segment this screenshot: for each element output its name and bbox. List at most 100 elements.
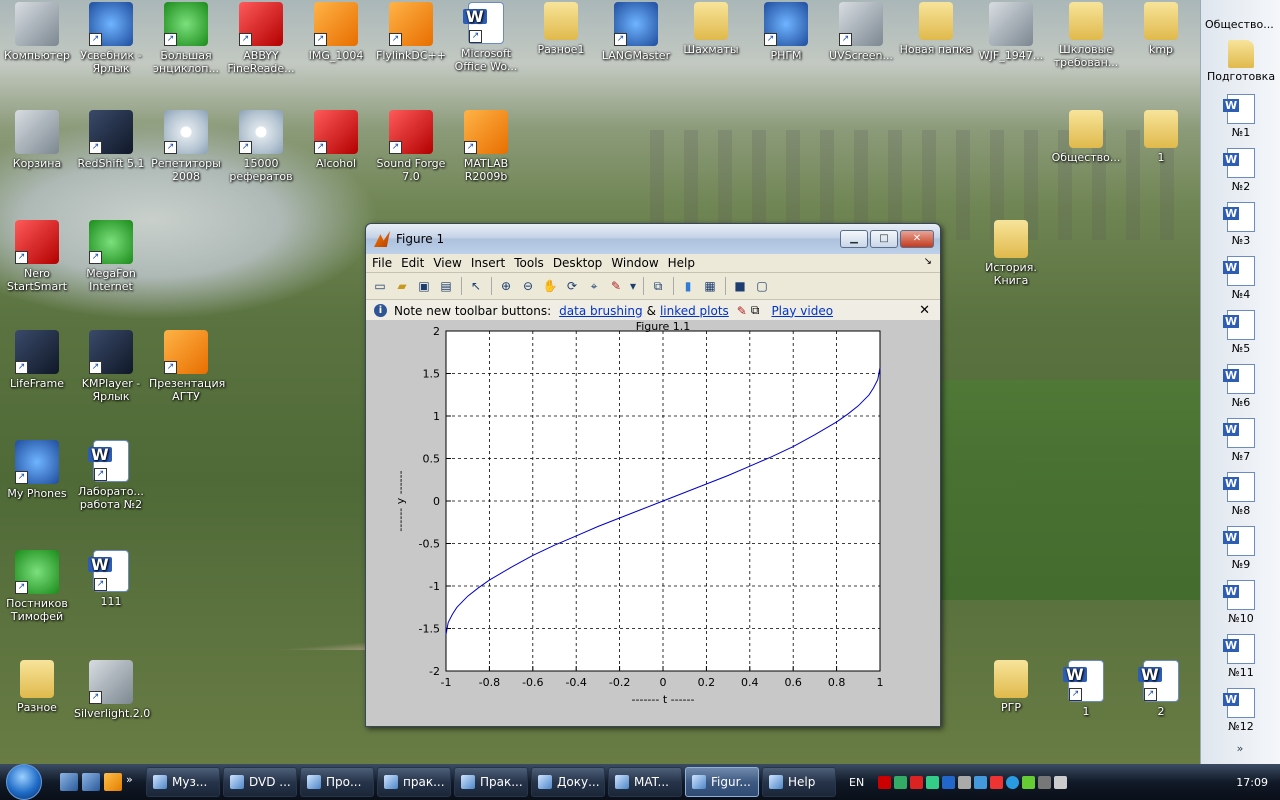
desktop-icon[interactable]: Разное [0, 660, 74, 714]
taskbar-button[interactable]: Доку... [531, 767, 605, 797]
desktop-icon[interactable]: ↗ IMG_1004 [299, 2, 373, 62]
shield-icon[interactable] [990, 775, 1004, 789]
taskbar-button[interactable]: Про... [300, 767, 374, 797]
data-cursor-icon[interactable]: ⌖ [585, 277, 603, 295]
desktop-icon[interactable]: ↗ Лаборато... работа №2 [74, 440, 148, 511]
colorbar-icon[interactable]: ▮ [679, 277, 697, 295]
save-icon[interactable]: ▣ [415, 277, 433, 295]
desktop-icon[interactable]: ↗ Nero StartSmart [0, 220, 74, 293]
desktop-icon[interactable]: Компьютер [0, 2, 74, 62]
desktop-icon[interactable]: ↗1 [1049, 660, 1123, 718]
usb-icon[interactable] [958, 775, 972, 789]
sidebar-doc-item[interactable]: №4 [1205, 256, 1277, 301]
plot-area[interactable]: Figure 1.1 -1 -0.8 -0.6 -0.4 -0.2 0 0.2 0.4 0.6 0.… [366, 320, 940, 726]
desktop-icon[interactable]: ↗ MATLAB R2009b [449, 110, 523, 183]
desktop-icon[interactable]: ↗ Постников Тимофей [0, 550, 74, 623]
desktop-icon[interactable]: ↗ My Phones [0, 440, 74, 500]
network-icon[interactable] [894, 775, 908, 789]
sidebar-doc-item[interactable]: №6 [1205, 364, 1277, 409]
update-icon[interactable] [974, 775, 988, 789]
desktop-icon[interactable]: ↗ ABBYY FineReade... [224, 2, 298, 75]
menu-view[interactable]: View [433, 256, 461, 270]
desktop-icon[interactable]: ↗ MegaFon Internet [74, 220, 148, 293]
desktop-icon[interactable]: ↗ UVScreen... [824, 2, 898, 62]
taskbar-button[interactable]: Муз... [146, 767, 220, 797]
sidebar-doc-item[interactable]: №5 [1205, 310, 1277, 355]
menu-window[interactable]: Window [611, 256, 658, 270]
desktop-icon[interactable]: ↗ FlylinkDC++ [374, 2, 448, 62]
clock[interactable]: 17:09 [1236, 776, 1268, 789]
play-video-link[interactable]: Play video [771, 304, 833, 318]
sidebar-doc-item[interactable]: №2 [1205, 148, 1277, 193]
linked-plots-link[interactable]: linked plots [660, 304, 729, 318]
language-indicator[interactable]: EN [849, 776, 864, 789]
desktop-icon[interactable]: WJF_1947... [974, 2, 1048, 62]
desktop-icon[interactable]: ↗ Microsoft Office Wo... [449, 2, 523, 73]
close-button[interactable]: ✕ [900, 230, 934, 248]
desktop-icon[interactable]: ↗ Усвебник - Ярлык [74, 2, 148, 75]
desktop-icon[interactable]: Шкловые требован... [1049, 2, 1123, 69]
sidebar-doc-item[interactable]: №3 [1205, 202, 1277, 247]
taskbar-button[interactable]: Figur... [685, 767, 759, 797]
bluetooth-icon[interactable] [942, 775, 956, 789]
menu-file[interactable]: File [372, 256, 392, 270]
hide-tools-icon[interactable]: ■ [731, 277, 749, 295]
desktop-icon[interactable]: Разное1 [524, 2, 598, 56]
sidebar-doc-item[interactable]: №1 [1205, 94, 1277, 139]
messenger-icon[interactable] [926, 775, 940, 789]
desktop-icon[interactable]: 1 [1124, 110, 1198, 164]
ati-icon[interactable] [878, 775, 892, 789]
taskbar-button[interactable]: Help [762, 767, 836, 797]
print-icon[interactable]: ▤ [437, 277, 455, 295]
sidebar-doc-item[interactable]: №12 [1205, 688, 1277, 733]
desktop-icon[interactable]: ↗2 [1124, 660, 1198, 718]
desktop-icon[interactable]: ↗ Презентация АГТУ [149, 330, 225, 403]
brush-dropdown-icon[interactable]: ▾ [629, 277, 637, 295]
taskbar-button[interactable]: прак... [377, 767, 451, 797]
open-icon[interactable]: ▰ [393, 277, 411, 295]
desktop-icon[interactable]: ↗ RedShift 5.1 [74, 110, 148, 170]
rotate-icon[interactable]: ⟳ [563, 277, 581, 295]
desktop-icon[interactable]: ↗ РНГМ [749, 2, 823, 62]
sidebar-folder-podgotovka[interactable]: Подготовка [1205, 40, 1277, 83]
show-desktop-icon[interactable] [60, 773, 78, 791]
data-brushing-link[interactable]: data brushing [559, 304, 642, 318]
sidebar-doc-item[interactable]: №9 [1205, 526, 1277, 571]
desktop-icon[interactable]: ↗ LifeFrame [0, 330, 74, 390]
pointer-icon[interactable]: ↖ [467, 277, 485, 295]
sidebar-doc-item[interactable]: №8 [1205, 472, 1277, 517]
desktop-icon[interactable]: ↗ Большая энциклоп... [149, 2, 223, 75]
volume-icon[interactable] [1054, 775, 1068, 789]
desktop-icon[interactable]: ↗ LANGMaster [599, 2, 673, 62]
kaspersky-icon[interactable] [910, 775, 924, 789]
desktop-icon[interactable]: ↗ Репетиторы 2008 [149, 110, 223, 183]
figure-window[interactable]: Figure 1 ▁ □ ✕ File Edit View Insert Too… [365, 223, 941, 727]
skype-icon[interactable] [1006, 775, 1020, 789]
menu-insert[interactable]: Insert [471, 256, 505, 270]
link-icon[interactable]: ⧉ [649, 277, 667, 295]
taskbar-button[interactable]: DVD ... [223, 767, 297, 797]
minimize-button[interactable]: ▁ [840, 230, 868, 248]
icq-icon[interactable] [1022, 775, 1036, 789]
desktop-icon[interactable]: Новая папка [899, 2, 973, 56]
menu-edit[interactable]: Edit [401, 256, 424, 270]
legend-icon[interactable]: ▦ [701, 277, 719, 295]
brush-icon[interactable]: ✎ [607, 277, 625, 295]
desktop-icon[interactable]: ↗ Alcohol [299, 110, 373, 170]
signal-icon[interactable] [1038, 775, 1052, 789]
show-tools-icon[interactable]: ▢ [753, 277, 771, 295]
taskbar-button[interactable]: Прак... [454, 767, 528, 797]
dock-arrow-icon[interactable]: ↘ [924, 256, 932, 267]
desktop-icon[interactable]: История. Книга [974, 220, 1048, 287]
quick-launch-more[interactable]: » [126, 773, 138, 791]
switch-windows-icon[interactable] [82, 773, 100, 791]
desktop-icon[interactable]: Корзина [0, 110, 74, 170]
maximize-button[interactable]: □ [870, 230, 898, 248]
media-player-icon[interactable] [104, 773, 122, 791]
sidebar-doc-item[interactable]: №7 [1205, 418, 1277, 463]
menu-help[interactable]: Help [668, 256, 695, 270]
zoom-in-icon[interactable]: ⊕ [497, 277, 515, 295]
desktop-icon[interactable]: kmp [1124, 2, 1198, 56]
menu-tools[interactable]: Tools [514, 256, 544, 270]
menu-desktop[interactable]: Desktop [553, 256, 603, 270]
